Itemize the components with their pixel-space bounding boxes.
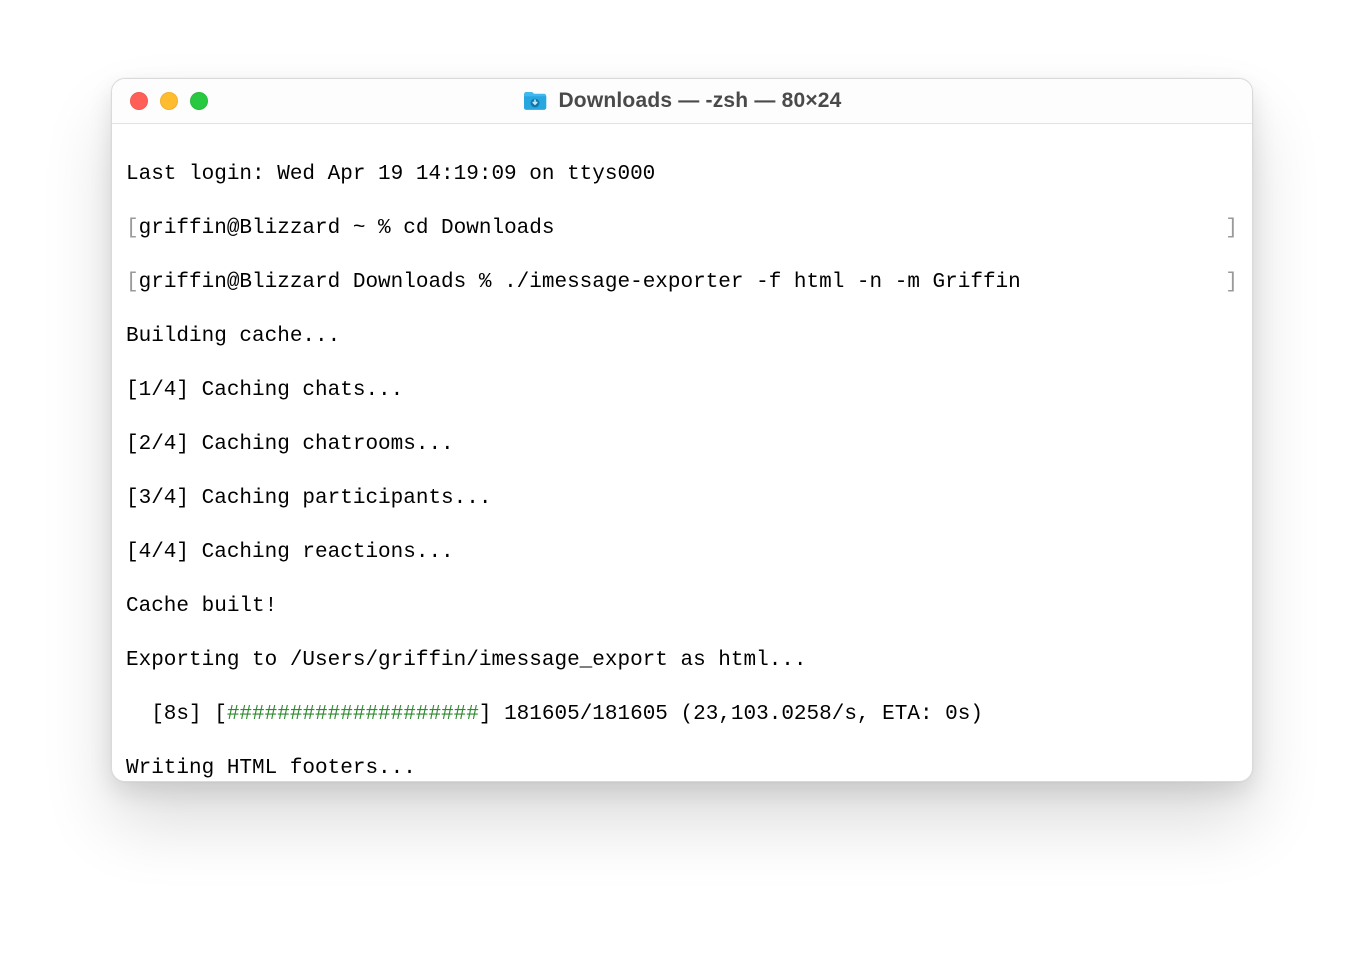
window-title-text: Downloads — -zsh — 80×24 bbox=[558, 89, 841, 113]
close-icon[interactable] bbox=[130, 92, 148, 110]
terminal-line: [griffin@Blizzard Downloads % ./imessage… bbox=[126, 269, 1238, 296]
bracket-icon: [ bbox=[126, 271, 139, 294]
terminal-line: [1/4] Caching chats... bbox=[126, 377, 1238, 404]
terminal-line: Cache built! bbox=[126, 593, 1238, 620]
terminal-line: [2/4] Caching chatrooms... bbox=[126, 431, 1238, 458]
bracket-icon: [ bbox=[126, 217, 139, 240]
window-title: Downloads — -zsh — 80×24 bbox=[112, 89, 1252, 113]
terminal-line: [3/4] Caching participants... bbox=[126, 485, 1238, 512]
bracket-icon: ] bbox=[1225, 215, 1238, 242]
terminal-line: [4/4] Caching reactions... bbox=[126, 539, 1238, 566]
progress-prefix: [8s] [ bbox=[126, 703, 227, 726]
folder-downloads-icon bbox=[522, 91, 548, 111]
progress-bar: #################### bbox=[227, 703, 479, 726]
terminal-line: Last login: Wed Apr 19 14:19:09 on ttys0… bbox=[126, 161, 1238, 188]
terminal-line: [griffin@Blizzard ~ % cd Downloads] bbox=[126, 215, 1238, 242]
bracket-icon: ] bbox=[1225, 269, 1238, 296]
window-controls bbox=[112, 92, 208, 110]
zoom-icon[interactable] bbox=[190, 92, 208, 110]
progress-suffix: ] 181605/181605 (23,103.0258/s, ETA: 0s) bbox=[479, 703, 983, 726]
titlebar[interactable]: Downloads — -zsh — 80×24 bbox=[112, 79, 1252, 124]
terminal-line: Building cache... bbox=[126, 323, 1238, 350]
terminal-line: Writing HTML footers... bbox=[126, 755, 1238, 781]
terminal-window: Downloads — -zsh — 80×24 Last login: Wed… bbox=[111, 78, 1253, 782]
terminal-text: griffin@Blizzard ~ % cd Downloads bbox=[139, 217, 555, 240]
terminal-progress-line: [8s] [####################] 181605/18160… bbox=[126, 701, 1238, 728]
terminal-body[interactable]: Last login: Wed Apr 19 14:19:09 on ttys0… bbox=[112, 124, 1252, 781]
minimize-icon[interactable] bbox=[160, 92, 178, 110]
terminal-line: Exporting to /Users/griffin/imessage_exp… bbox=[126, 647, 1238, 674]
terminal-text: griffin@Blizzard Downloads % ./imessage-… bbox=[139, 271, 1021, 294]
